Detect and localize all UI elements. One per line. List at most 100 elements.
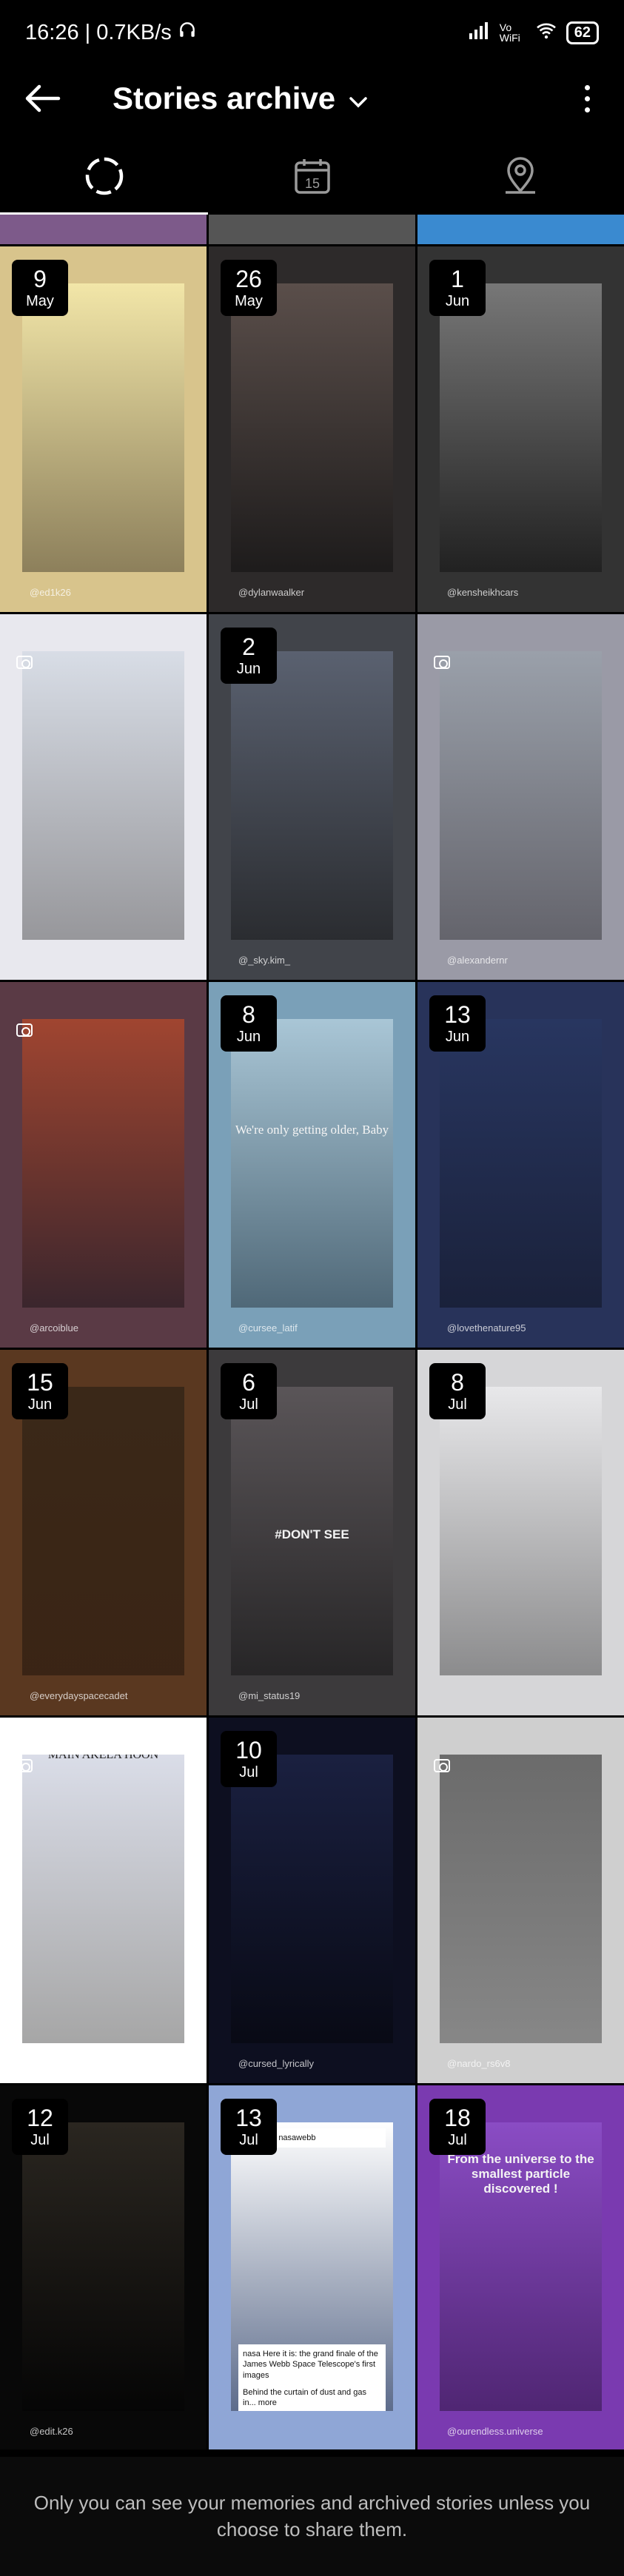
camera-icon — [434, 656, 450, 669]
story-username: @everydayspacecadet — [30, 1690, 128, 1701]
date-month: Jun — [236, 1029, 261, 1045]
circle-dashed-icon — [84, 155, 125, 201]
story-username: @nardo_rs6v8 — [447, 2058, 511, 2069]
story-username: @dylanwaalker — [238, 587, 305, 598]
story-image — [22, 2122, 184, 2411]
camera-icon — [16, 656, 33, 669]
date-day: 2 — [242, 633, 255, 660]
date-day: 6 — [242, 1369, 255, 1396]
post-card-more: Behind the curtain of dust and gas in...… — [238, 2383, 386, 2411]
date-badge: 26 May — [221, 260, 277, 316]
story-image — [22, 651, 184, 940]
story-image — [231, 283, 393, 572]
date-month: Jul — [239, 2132, 258, 2148]
story-username: @ourendless.universe — [447, 2426, 543, 2437]
date-day: 18 — [444, 2105, 471, 2131]
svg-text:15: 15 — [304, 176, 319, 191]
story-image — [231, 651, 393, 940]
story-image: #DON'T SEE — [231, 1387, 393, 1675]
story-thumb[interactable]: 2 Jun @_sky.kim_ — [209, 614, 415, 980]
date-badge: 18 Jul — [429, 2099, 486, 2155]
story-thumb[interactable]: nasa and nasawebb nasa Here it is: the gr… — [209, 2085, 415, 2449]
story-thumb[interactable]: 8 Jul — [417, 1350, 624, 1715]
story-username: @_sky.kim_ — [238, 955, 291, 966]
status-bar: 16:26 | 0.7KB/s Vo WiFi 62 — [0, 0, 624, 65]
poster-title: MAIN AKELA HOON — [47, 1755, 159, 1761]
story-thumb-partial[interactable] — [209, 215, 415, 244]
date-badge: 13 Jun — [429, 995, 486, 1052]
story-headline: From the universe to the smallest partic… — [447, 2152, 594, 2196]
story-thumb-partial[interactable] — [0, 215, 207, 244]
more-vertical-icon[interactable] — [580, 76, 594, 121]
chevron-down-icon — [349, 81, 368, 116]
date-month: May — [26, 293, 54, 309]
date-day: 26 — [235, 266, 262, 292]
story-thumb[interactable]: #DON'T SEE 6 Jul @mi_status19 — [209, 1350, 415, 1715]
privacy-footer: Only you can see your memories and archi… — [0, 2457, 624, 2576]
date-month: Jun — [445, 293, 470, 309]
story-username: @arcoiblue — [30, 1322, 78, 1334]
story-username: @oreealist — [30, 2058, 76, 2069]
story-thumb[interactable]: 10 Jul @cursed_lyrically — [209, 1718, 415, 2083]
battery-icon: 62 — [566, 21, 599, 44]
story-username: @cursee_latif — [238, 1322, 298, 1334]
story-thumb[interactable]: @arcoiblue — [0, 982, 207, 1348]
tab-map[interactable] — [416, 141, 624, 215]
date-badge: 9 May — [12, 260, 68, 316]
story-thumb[interactable]: 15 Jun @everydayspacecadet — [0, 1350, 207, 1715]
calendar-icon: 15 — [293, 157, 332, 199]
arrow-left-icon[interactable] — [21, 76, 65, 121]
story-image — [440, 651, 602, 940]
story-username: @kensheikhcars — [447, 587, 519, 598]
story-thumb[interactable]: From the universe to the smallest partic… — [417, 2085, 624, 2449]
date-badge: 6 Jul — [221, 1363, 277, 1419]
story-overlay-text: #DON'T SEE — [275, 1527, 349, 1541]
post-card-caption: nasa Here it is: the grand finale of the… — [238, 2344, 386, 2385]
story-thumb[interactable]: We're only getting older, Baby 8 Jun @curse… — [209, 982, 415, 1348]
date-month: Jun — [27, 1396, 53, 1413]
status-time: 16:26 | 0.7KB/s — [25, 20, 172, 44]
story-image — [22, 283, 184, 572]
signal-icon — [469, 21, 491, 44]
date-month: Jul — [239, 1764, 258, 1780]
date-day: 8 — [242, 1001, 255, 1028]
date-day: 13 — [235, 2105, 262, 2131]
story-username: @mi_status19 — [238, 1690, 301, 1701]
story-thumb[interactable]: 1 Jun @kensheikhcars — [417, 246, 624, 612]
story-image — [440, 1019, 602, 1308]
story-username: @ed1k26 — [30, 587, 71, 598]
camera-icon — [16, 1023, 33, 1037]
story-thumb[interactable]: @nardo_rs6v8 — [417, 1718, 624, 2083]
story-thumb[interactable]: 12 Jul @edit.k26 — [0, 2085, 207, 2449]
tab-calendar[interactable]: 15 — [208, 141, 416, 215]
archive-tabs: 15 — [0, 141, 624, 215]
story-image — [440, 1387, 602, 1675]
tab-stories[interactable] — [0, 141, 208, 215]
story-thumb-partial[interactable] — [417, 215, 624, 244]
story-username: @cursed_lyrically — [238, 2058, 315, 2069]
page-title[interactable]: Stories archive — [113, 81, 368, 116]
story-thumb[interactable]: MAIN AKELA HOON @oreealist — [0, 1718, 207, 2083]
date-month: Jul — [448, 1396, 467, 1413]
date-month: May — [235, 293, 263, 309]
camera-icon — [434, 1759, 450, 1772]
story-image — [440, 1755, 602, 2043]
date-day: 9 — [33, 266, 47, 292]
story-image: MAIN AKELA HOON — [22, 1755, 184, 2043]
date-month: Jun — [236, 661, 261, 677]
headphones-icon — [178, 20, 197, 45]
story-quote-text: We're only getting older, Baby — [235, 1123, 389, 1137]
date-badge: 8 Jul — [429, 1363, 486, 1419]
date-month: Jul — [448, 2132, 467, 2148]
story-thumb[interactable] — [0, 614, 207, 980]
story-username: @alexandernr — [447, 955, 508, 966]
date-badge: 15 Jun — [12, 1363, 68, 1419]
story-thumb[interactable]: 13 Jun @lovethenature95 — [417, 982, 624, 1348]
story-thumb[interactable]: 9 May @ed1k26 — [0, 246, 207, 612]
network-label: Vo WiFi — [499, 21, 520, 44]
story-image: nasa and nasawebb nasa Here it is: the gr… — [231, 2122, 393, 2411]
story-thumb[interactable]: 26 May @dylanwaalker — [209, 246, 415, 612]
date-month: Jun — [445, 1029, 470, 1045]
story-image — [440, 283, 602, 572]
story-thumb[interactable]: @alexandernr — [417, 614, 624, 980]
